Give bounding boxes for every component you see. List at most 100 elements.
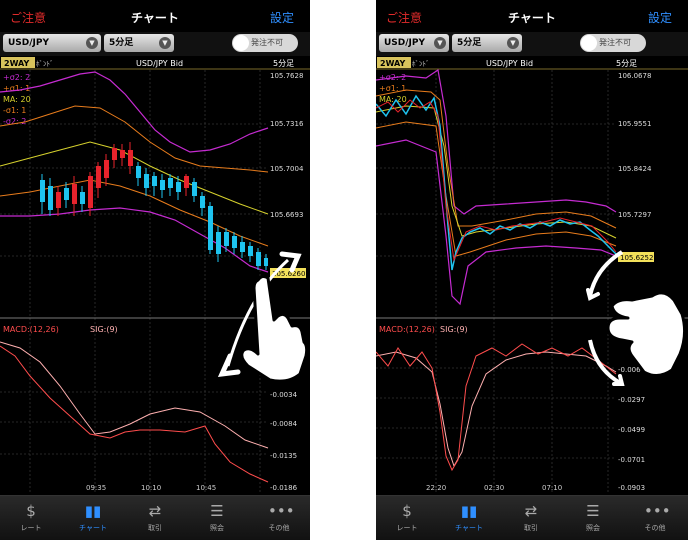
two-way-tag-label: 2WAY	[4, 59, 29, 68]
pair-select-value: USD/JPY	[8, 38, 50, 48]
tab-more[interactable]: ••• その他	[248, 496, 310, 540]
tab-label: 照会	[586, 524, 600, 532]
pair-select-value: USD/JPY	[384, 38, 426, 48]
price-label: 105.7297	[618, 211, 651, 219]
nav-bar: ご注意 チャート 設定	[376, 0, 688, 32]
nav-bar: ご注意 チャート 設定	[0, 0, 310, 32]
tab-more[interactable]: ••• その他	[624, 496, 686, 540]
tab-label: 取引	[524, 524, 538, 532]
price-label: 106.0678	[618, 72, 651, 80]
price-label: 105.6693	[270, 211, 303, 219]
macd-label: MACD:(12,26)	[3, 325, 59, 334]
chart-symbol: USD/JPY Bid	[486, 59, 533, 68]
price-label: 105.7004	[270, 165, 304, 173]
interval-select-value: 5分足	[457, 38, 482, 48]
tab-rate[interactable]: $ レート	[0, 496, 62, 540]
indicator-name: ﾎﾞﾝﾄﾞ	[36, 60, 54, 68]
time-label: 22:20	[426, 484, 446, 492]
chart-interval: 5分足	[616, 59, 637, 68]
order-toggle[interactable]: 発注不可	[232, 34, 298, 52]
pinch-gesture-icon	[586, 250, 687, 386]
order-toggle-label: 発注不可	[251, 38, 283, 47]
chart-icon: ▮▮	[84, 502, 102, 520]
interval-select[interactable]: 5分足 ▼	[452, 34, 522, 52]
tab-label: レート	[20, 524, 42, 532]
upper-band-2	[0, 71, 269, 153]
tab-chart[interactable]: ▮▮ チャート	[62, 496, 124, 540]
left-screen: ご注意 チャート 設定 USD/JPY ▼ 5分足 ▼ 発注不可 2WAY ﾎﾞ…	[0, 0, 310, 540]
pair-select[interactable]: USD/JPY ▼	[3, 34, 101, 52]
pair-select[interactable]: USD/JPY ▼	[379, 34, 449, 52]
rate-icon: $	[26, 502, 36, 520]
more-icon: •••	[644, 502, 671, 520]
time-label: 10:45	[196, 484, 216, 492]
tab-bar: $ レート ▮▮ チャート ⇄ 取引 ☰ 照会 ••• その他	[0, 495, 310, 540]
time-label: 09:35	[86, 484, 106, 492]
legend-item: +σ1: 1	[379, 84, 406, 93]
tab-chart[interactable]: ▮▮ チャート	[438, 496, 500, 540]
time-label: 07:10	[542, 484, 562, 492]
page-title: チャート	[508, 11, 556, 25]
right-screen: ご注意 チャート 設定 USD/JPY ▼ 5分足 ▼ 発注不可 2WAY ﾎﾞ…	[376, 0, 688, 540]
price-label: 105.7316	[270, 120, 304, 128]
two-way-tag-label: 2WAY	[380, 59, 405, 68]
time-label: 02:30	[484, 484, 504, 492]
legend-item: MA: 20	[3, 95, 31, 104]
chart-symbol: USD/JPY Bid	[136, 59, 183, 68]
signal-label: SIG:(9)	[440, 325, 468, 334]
macd-value-label: -0.0034	[270, 391, 298, 399]
rate-icon: $	[402, 502, 412, 520]
inquiry-icon: ☰	[586, 502, 600, 520]
tab-bar: $ レート ▮▮ チャート ⇄ 取引 ☰ 照会 ••• その他	[376, 495, 688, 540]
macd-line	[376, 343, 617, 472]
indicator-name: ﾎﾞﾝﾄﾞ	[412, 60, 430, 68]
settings-button[interactable]: 設定	[270, 9, 294, 26]
order-toggle[interactable]: 発注不可	[580, 34, 646, 52]
tab-trade[interactable]: ⇄ 取引	[500, 496, 562, 540]
toggle-knob	[581, 35, 597, 51]
dropdown-icon: ▼	[434, 37, 446, 49]
legend-item: +σ2: 2	[3, 73, 30, 82]
swipe-gesture-icon	[217, 251, 309, 383]
signal-line	[376, 351, 617, 468]
chart-controls: USD/JPY ▼ 5分足 ▼ 発注不可	[376, 32, 688, 56]
toggle-knob	[233, 35, 249, 51]
tab-label: その他	[644, 524, 666, 532]
dropdown-icon: ▼	[507, 37, 519, 49]
dropdown-icon: ▼	[86, 37, 98, 49]
tab-label: 照会	[210, 524, 224, 532]
tab-rate[interactable]: $ レート	[376, 496, 438, 540]
tab-label: その他	[268, 524, 290, 532]
macd-label: MACD:(12,26)	[379, 325, 435, 334]
tab-trade[interactable]: ⇄ 取引	[124, 496, 186, 540]
macd-value-label: -0.0135	[270, 452, 297, 460]
macd-value-label: -0.0903	[618, 484, 645, 492]
page-title: チャート	[131, 11, 179, 25]
moving-average	[0, 141, 269, 215]
tab-label: レート	[396, 524, 418, 532]
dropdown-icon: ▼	[159, 37, 171, 49]
interval-select-value: 5分足	[109, 38, 134, 48]
time-label: 10:10	[141, 484, 161, 492]
interval-select[interactable]: 5分足 ▼	[104, 34, 174, 52]
tab-label: チャート	[455, 524, 483, 532]
macd-value-label: -0.0084	[270, 420, 298, 428]
price-label: 105.7628	[270, 72, 303, 80]
macd-value-label: -0.0186	[270, 484, 298, 492]
upper-band-1	[0, 105, 269, 173]
moving-average	[376, 105, 617, 239]
settings-button[interactable]: 設定	[648, 9, 672, 26]
trade-icon: ⇄	[524, 502, 538, 520]
legend-item: MA: 20	[379, 95, 407, 104]
tab-inquiry[interactable]: ☰ 照会	[186, 496, 248, 540]
chart-controls: USD/JPY ▼ 5分足 ▼ 発注不可	[0, 32, 310, 56]
price-label: 105.8424	[618, 165, 652, 173]
chart-interval: 5分足	[273, 59, 294, 68]
chart-icon: ▮▮	[460, 502, 478, 520]
tab-inquiry[interactable]: ☰ 照会	[562, 496, 624, 540]
legend-item: -σ1: 1	[3, 106, 26, 115]
signal-label: SIG:(9)	[90, 325, 118, 334]
more-icon: •••	[268, 502, 295, 520]
grid	[376, 70, 616, 494]
order-toggle-label: 発注不可	[599, 38, 631, 47]
